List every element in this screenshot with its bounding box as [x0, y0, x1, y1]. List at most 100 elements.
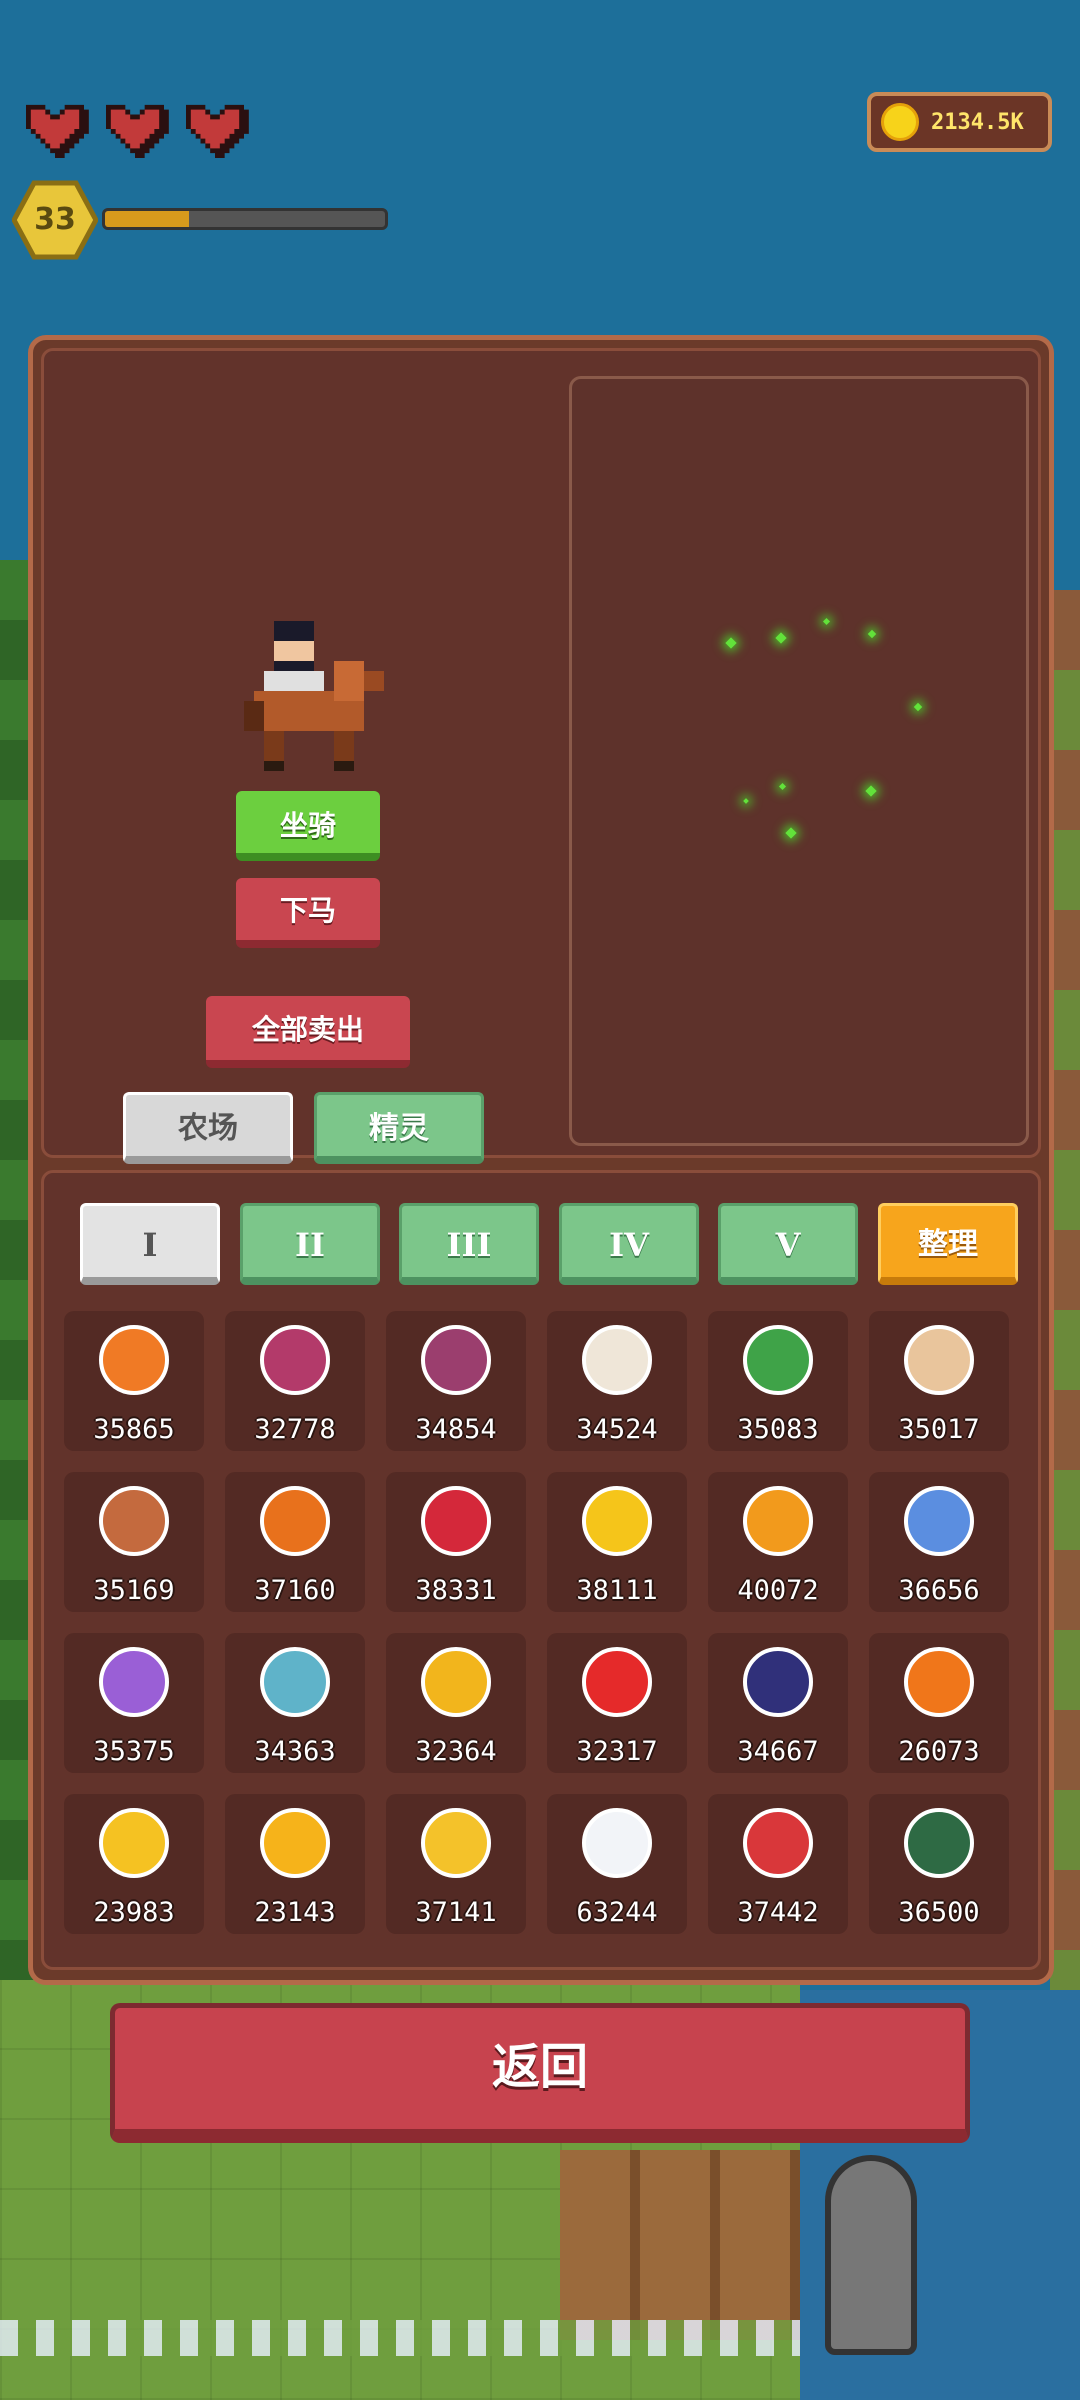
level-badge: 33 — [12, 177, 98, 263]
pineapple-icon — [99, 1808, 169, 1878]
item-count: 40072 — [737, 1575, 819, 1606]
parsnip-icon — [904, 1325, 974, 1395]
item-count: 36500 — [898, 1897, 980, 1928]
inventory-slot[interactable]: 36656 — [869, 1472, 1009, 1612]
item-count: 35375 — [93, 1736, 175, 1767]
category-tab-2[interactable]: II — [240, 1203, 380, 1285]
inventory-slot[interactable]: 63244 — [547, 1794, 687, 1934]
mount-section: 坐骑 下马 全部卖出 农场 精灵 — [41, 348, 1041, 1164]
health-hearts — [20, 100, 250, 158]
blueberry-icon — [904, 1486, 974, 1556]
inventory-slot[interactable]: 32317 — [547, 1633, 687, 1773]
rider-on-horse-icon — [244, 621, 384, 771]
inventory-slot[interactable]: 26073 — [869, 1633, 1009, 1773]
apple-icon — [582, 1647, 652, 1717]
tab-farm[interactable]: 农场 — [123, 1092, 293, 1164]
tab-spirit[interactable]: 精灵 — [314, 1092, 484, 1164]
item-count: 23983 — [93, 1897, 175, 1928]
item-count: 34524 — [576, 1414, 658, 1445]
flower-border — [0, 2320, 800, 2356]
category-tab-3[interactable]: III — [399, 1203, 539, 1285]
inventory-slot[interactable]: 34854 — [386, 1311, 526, 1451]
sell-all-button[interactable]: 全部卖出 — [206, 996, 410, 1068]
strawberry-icon — [743, 1808, 813, 1878]
sparkle-icon — [913, 702, 923, 712]
inventory-slot[interactable]: 35083 — [708, 1311, 848, 1451]
farm-plots — [560, 2150, 800, 2340]
sunflower-icon — [582, 1486, 652, 1556]
sparkle-icon — [785, 827, 797, 839]
boat[interactable] — [825, 2155, 917, 2355]
inventory-slot[interactable]: 35169 — [64, 1472, 204, 1612]
pear-icon — [421, 1647, 491, 1717]
item-count: 32778 — [254, 1414, 336, 1445]
inventory-slot[interactable]: 35375 — [64, 1633, 204, 1773]
heart-icon — [180, 100, 250, 158]
item-count: 37160 — [254, 1575, 336, 1606]
category-tab-4[interactable]: IV — [559, 1203, 699, 1285]
item-count: 34667 — [737, 1736, 819, 1767]
inventory-slot[interactable]: 35865 — [64, 1311, 204, 1451]
melon-icon — [904, 1808, 974, 1878]
inventory-slot[interactable]: 38331 — [386, 1472, 526, 1612]
mount-button[interactable]: 坐骑 — [236, 791, 380, 861]
mango-icon — [260, 1808, 330, 1878]
sort-button[interactable]: 整理 — [878, 1203, 1018, 1285]
pumpkin-icon — [260, 1486, 330, 1556]
item-count: 63244 — [576, 1897, 658, 1928]
radish-icon — [421, 1486, 491, 1556]
category-tab-5[interactable]: V — [718, 1203, 858, 1285]
heart-icon — [20, 100, 90, 158]
item-count: 35865 — [93, 1414, 175, 1445]
inventory-slot[interactable]: 38111 — [547, 1472, 687, 1612]
item-count: 35017 — [898, 1414, 980, 1445]
inventory-section: I II III IV V 整理 35865 32778 34854 34524 350… — [41, 1170, 1041, 1970]
inventory-slot[interactable]: 34524 — [547, 1311, 687, 1451]
orange-icon — [904, 1647, 974, 1717]
cotton-icon — [582, 1808, 652, 1878]
world-background-right — [1050, 590, 1080, 1990]
sparkle-icon — [743, 798, 749, 804]
xp-bar — [102, 208, 388, 230]
wheat-icon — [743, 1486, 813, 1556]
inventory-slot[interactable]: 37141 — [386, 1794, 526, 1934]
sparkle-icon — [778, 782, 787, 791]
carrot-icon — [99, 1325, 169, 1395]
item-grid: 35865 32778 34854 34524 35083 35017 35169 37160… — [64, 1311, 1024, 1934]
sparkle-icon — [865, 785, 877, 797]
item-count: 37442 — [737, 1897, 819, 1928]
inventory-slot[interactable]: 37160 — [225, 1472, 365, 1612]
coin-icon — [881, 103, 919, 141]
sparkle-icon — [775, 632, 787, 644]
inventory-slot[interactable]: 37442 — [708, 1794, 848, 1934]
back-button[interactable]: 返回 — [110, 2003, 970, 2143]
inventory-slot[interactable]: 35017 — [869, 1311, 1009, 1451]
inventory-slot[interactable]: 40072 — [708, 1472, 848, 1612]
sparkle-icon — [725, 637, 737, 649]
dismount-button[interactable]: 下马 — [236, 878, 380, 948]
beet-icon — [260, 1325, 330, 1395]
item-count: 37141 — [415, 1897, 497, 1928]
item-count: 32317 — [576, 1736, 658, 1767]
item-count: 23143 — [254, 1897, 336, 1928]
inventory-slot[interactable]: 23983 — [64, 1794, 204, 1934]
inventory-slot[interactable]: 36500 — [869, 1794, 1009, 1934]
inventory-slot[interactable]: 32778 — [225, 1311, 365, 1451]
item-count: 38331 — [415, 1575, 497, 1606]
coin-counter[interactable]: 2134.5K — [867, 92, 1052, 152]
inventory-slot[interactable]: 34363 — [225, 1633, 365, 1773]
inventory-slot[interactable]: 23143 — [225, 1794, 365, 1934]
preview-panel — [569, 376, 1029, 1146]
xp-bar-fill — [105, 211, 189, 227]
item-count: 32364 — [415, 1736, 497, 1767]
purple-grapes-icon — [99, 1647, 169, 1717]
inventory-slot[interactable]: 34667 — [708, 1633, 848, 1773]
sparkle-icon — [867, 629, 877, 639]
inventory-slot[interactable]: 32364 — [386, 1633, 526, 1773]
category-tab-1[interactable]: I — [80, 1203, 220, 1285]
corn-icon — [421, 1808, 491, 1878]
item-count: 34363 — [254, 1736, 336, 1767]
item-count: 38111 — [576, 1575, 658, 1606]
item-count: 35169 — [93, 1575, 175, 1606]
grapes-icon — [743, 1647, 813, 1717]
